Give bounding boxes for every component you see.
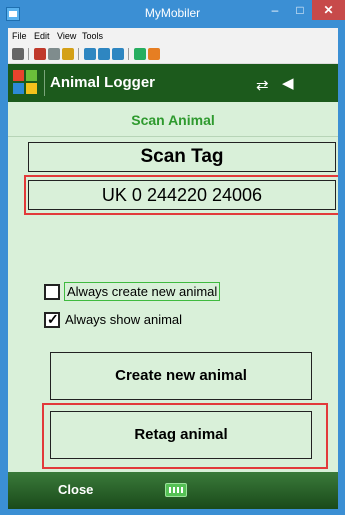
scan-animal-panel: Scan Animal Scan Tag UK 0 244220 24006 A…: [8, 102, 338, 472]
retag-animal-button[interactable]: Retag animal: [50, 411, 312, 459]
maximize-button[interactable]: □: [288, 0, 312, 20]
device-icon[interactable]: [12, 48, 24, 60]
screen-heading: Scan Animal: [131, 112, 215, 128]
app-title: Animal Logger: [50, 74, 156, 91]
close-window-button[interactable]: ✕: [312, 0, 345, 20]
screenshot-icon[interactable]: [84, 48, 96, 60]
minimize-button[interactable]: –: [262, 0, 288, 20]
create-new-animal-button[interactable]: Create new animal: [50, 352, 312, 400]
menu-bar: File Edit View Tools: [8, 28, 338, 44]
toolbar-separator: [128, 48, 129, 60]
toolbar: [8, 44, 338, 64]
explorer-icon[interactable]: [112, 48, 124, 60]
toolbar-separator: [28, 48, 29, 60]
paste-icon[interactable]: [62, 48, 74, 60]
heading-divider: [8, 136, 338, 137]
menu-file[interactable]: File: [12, 31, 27, 41]
always-create-new-label: Always create new animal: [64, 282, 221, 301]
app-title-bar: Animal Logger ⇄ ◀: [8, 64, 338, 102]
speaker-icon[interactable]: ◀: [282, 74, 294, 92]
menu-view[interactable]: View: [57, 31, 76, 41]
tag-number-field[interactable]: UK 0 244220 24006: [28, 180, 336, 210]
keyboard-icon[interactable]: [165, 483, 187, 497]
copy-icon[interactable]: [48, 48, 60, 60]
always-show-animal-label: Always show animal: [65, 312, 183, 327]
title-divider: [44, 70, 45, 96]
sync-arrows-icon[interactable]: ⇄: [256, 76, 269, 94]
title-bar: MyMobiler – □ ✕: [0, 0, 345, 28]
cut-icon[interactable]: [34, 48, 46, 60]
softkey-bar: Close: [8, 472, 338, 509]
menu-edit[interactable]: Edit: [34, 31, 50, 41]
close-softkey[interactable]: Close: [58, 482, 93, 497]
settings-icon[interactable]: [148, 48, 160, 60]
mymobiler-window: MyMobiler – □ ✕ File Edit View Tools Ani…: [0, 0, 345, 515]
scan-tag-button[interactable]: Scan Tag: [28, 142, 336, 172]
always-create-new-checkbox[interactable]: [44, 284, 60, 300]
windows-start-icon[interactable]: [12, 69, 38, 95]
menu-tools[interactable]: Tools: [82, 31, 103, 41]
toolbar-separator: [78, 48, 79, 60]
send-file-icon[interactable]: [98, 48, 110, 60]
device-screen: Animal Logger ⇄ ◀ Scan Animal Scan Tag U…: [8, 64, 338, 509]
refresh-icon[interactable]: [134, 48, 146, 60]
always-show-animal-checkbox[interactable]: [44, 311, 60, 328]
